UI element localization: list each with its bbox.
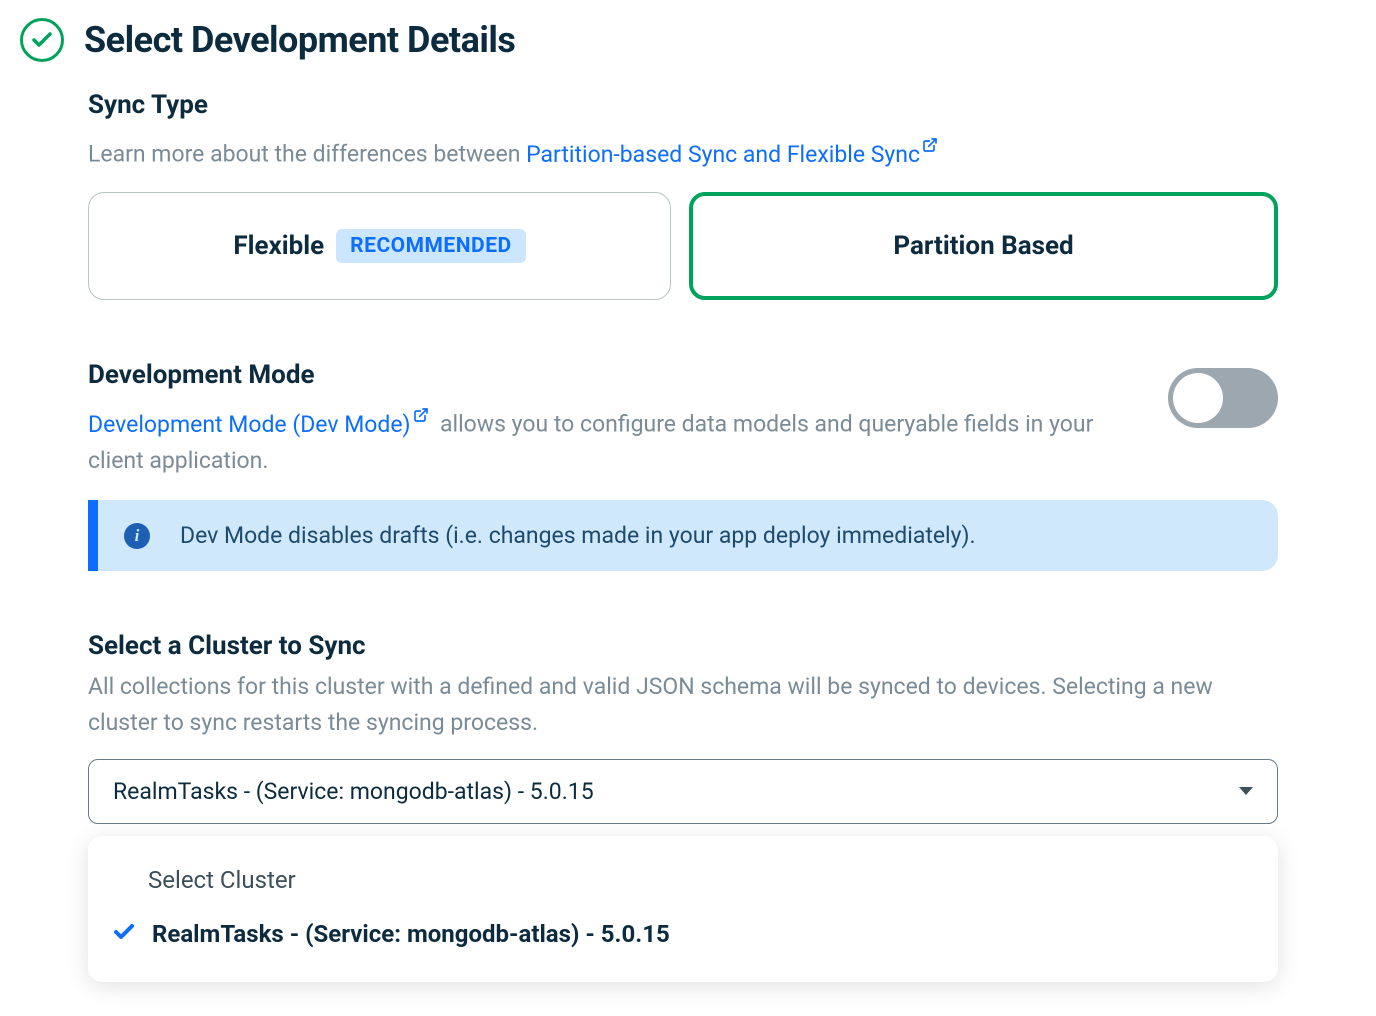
check-icon (112, 920, 138, 948)
cluster-dropdown-item-label: RealmTasks - (Service: mongodb-atlas) - … (152, 920, 670, 948)
dev-mode-header: Development Mode (88, 360, 1128, 390)
cluster-description: All collections for this cluster with a … (88, 669, 1278, 740)
dev-mode-toggle[interactable] (1168, 368, 1278, 428)
cluster-select-value: RealmTasks - (Service: mongodb-atlas) - … (113, 778, 594, 805)
dev-mode-description: Development Mode (Dev Mode) allows you t… (88, 398, 1128, 478)
info-icon: i (124, 523, 150, 549)
step-complete-icon (20, 18, 64, 62)
chevron-down-icon (1239, 787, 1253, 795)
dev-mode-info-banner: i Dev Mode disables drafts (i.e. changes… (88, 500, 1278, 571)
toggle-knob (1173, 373, 1223, 423)
sync-type-learn-more-link[interactable]: Partition-based Sync and Flexible Sync (526, 141, 938, 168)
sync-option-flexible-label: Flexible (233, 231, 324, 261)
dev-mode-link[interactable]: Development Mode (Dev Mode) (88, 411, 429, 438)
cluster-dropdown-header: Select Cluster (88, 856, 1278, 912)
info-banner-text: Dev Mode disables drafts (i.e. changes m… (180, 522, 976, 549)
sync-option-partition[interactable]: Partition Based (689, 192, 1278, 300)
sync-option-partition-label: Partition Based (893, 231, 1073, 261)
sync-option-flexible[interactable]: Flexible RECOMMENDED (88, 192, 671, 300)
sync-type-header: Sync Type (88, 90, 1278, 120)
cluster-select[interactable]: RealmTasks - (Service: mongodb-atlas) - … (88, 759, 1278, 824)
external-link-icon (922, 128, 938, 164)
cluster-header: Select a Cluster to Sync (88, 631, 1278, 661)
cluster-dropdown-item[interactable]: RealmTasks - (Service: mongodb-atlas) - … (88, 912, 1278, 956)
external-link-icon (413, 398, 429, 434)
sync-type-subtext: Learn more about the differences between… (88, 128, 1278, 172)
cluster-dropdown: Select Cluster RealmTasks - (Service: mo… (88, 836, 1278, 982)
recommended-badge: RECOMMENDED (336, 229, 526, 263)
page-title: Select Development Details (84, 19, 515, 61)
